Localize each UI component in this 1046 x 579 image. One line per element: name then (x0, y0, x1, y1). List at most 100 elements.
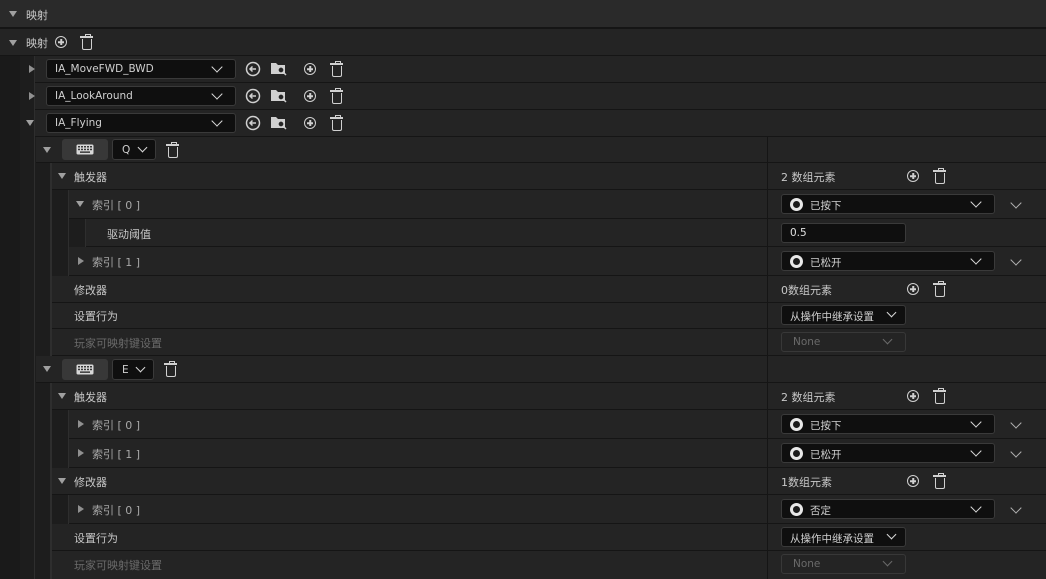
delete-all-icon[interactable] (80, 34, 93, 50)
player-mappable-select: None (781, 332, 906, 352)
trigger-index-row: 索引 [ 1 ] 已松开 (69, 247, 1046, 276)
add-trigger-icon[interactable] (907, 170, 919, 182)
add-trigger-icon[interactable] (907, 390, 919, 402)
key-select[interactable]: Q (112, 139, 156, 160)
add-key-icon[interactable] (304, 90, 316, 102)
action-row: IA_LookAround (29, 83, 1046, 110)
add-modifier-icon[interactable] (907, 283, 919, 295)
delete-key-icon[interactable] (166, 142, 179, 158)
trigger-type-select[interactable]: 已松开 (781, 443, 995, 463)
collapse-arrow-icon[interactable] (58, 478, 66, 484)
expand-arrow-icon[interactable] (78, 420, 84, 428)
modifiers-label: 修改器 (74, 476, 107, 489)
index-label: 索引 [ 0 ] (92, 504, 141, 517)
delete-triggers-icon[interactable] (933, 168, 946, 184)
mappings-label: 映射 (26, 37, 48, 50)
indent-gutter (20, 56, 35, 579)
action-row: IA_Flying (26, 110, 1046, 137)
add-key-icon[interactable] (304, 117, 316, 129)
expand-arrow-icon[interactable] (78, 257, 84, 265)
property-row: 驱动阈值 0.5 (86, 219, 1046, 247)
delete-modifiers-icon[interactable] (933, 473, 946, 489)
trigger-index-row: 索引 [ 1 ] 已松开 (69, 439, 1046, 468)
modifier-type-select[interactable]: 否定 (781, 499, 995, 519)
delete-action-icon[interactable] (330, 61, 343, 77)
modifiers-row: 修改器 1数组元素 (52, 468, 1046, 495)
add-key-icon[interactable] (304, 63, 316, 75)
action-select[interactable]: IA_LookAround (46, 86, 236, 106)
delete-triggers-icon[interactable] (933, 388, 946, 404)
expand-chevron-icon[interactable] (1010, 197, 1022, 209)
array-count: 0数组元素 (781, 284, 832, 297)
player-mappable-label: 玩家可映射键设置 (74, 337, 162, 350)
setting-behavior-select[interactable]: 从操作中继承设置 (781, 527, 906, 547)
keyboard-key-button[interactable] (62, 139, 108, 160)
collapse-arrow-icon[interactable] (58, 393, 66, 399)
browse-asset-icon[interactable] (270, 87, 288, 104)
action-row: IA_MoveFWD_BWD (29, 56, 1046, 83)
action-select[interactable]: IA_MoveFWD_BWD (46, 59, 236, 79)
setting-behavior-label: 设置行为 (74, 532, 118, 545)
player-mappable-row: 玩家可映射键设置 None (52, 329, 1046, 356)
collapse-arrow-icon[interactable] (43, 366, 51, 372)
add-modifier-icon[interactable] (907, 475, 919, 487)
delete-action-icon[interactable] (330, 115, 343, 131)
use-selected-icon[interactable] (245, 115, 261, 131)
expand-chevron-icon[interactable] (1010, 254, 1022, 266)
indent-gutter (0, 56, 21, 579)
expand-arrow-icon[interactable] (78, 505, 84, 513)
indent-gutter (69, 219, 86, 247)
array-count: 2 数组元素 (781, 171, 836, 184)
modifiers-row: 修改器 0数组元素 (52, 276, 1046, 303)
expand-chevron-icon[interactable] (1010, 446, 1022, 458)
expand-arrow-icon[interactable] (78, 449, 84, 457)
action-select[interactable]: IA_Flying (46, 113, 236, 133)
expand-arrow-icon[interactable] (29, 92, 35, 100)
setting-behavior-row: 设置行为 从操作中继承设置 (52, 524, 1046, 551)
trigger-index-row: 索引 [ 0 ] 已按下 (69, 410, 1046, 439)
key-mapping-row: E (36, 356, 1046, 383)
delete-key-icon[interactable] (164, 361, 177, 377)
add-mapping-icon[interactable] (55, 36, 67, 48)
collapse-arrow-icon[interactable] (9, 11, 17, 17)
trigger-type-select[interactable]: 已按下 (781, 414, 995, 434)
collapse-arrow-icon[interactable] (9, 40, 17, 46)
keyboard-key-button[interactable] (62, 359, 108, 380)
trigger-type-select[interactable]: 已松开 (781, 251, 995, 271)
triggers-label: 触发器 (74, 391, 107, 404)
threshold-input[interactable]: 0.5 (781, 223, 906, 243)
key-mapping-row: Q (36, 137, 1046, 163)
expand-chevron-icon[interactable] (1010, 502, 1022, 514)
indent-gutter (52, 190, 69, 276)
browse-asset-icon[interactable] (270, 114, 288, 131)
setting-behavior-row: 设置行为 从操作中继承设置 (52, 303, 1046, 329)
collapse-arrow-icon[interactable] (76, 201, 84, 207)
mappings-header: 映射 (0, 29, 1046, 56)
section-header[interactable]: 映射 (0, 0, 1046, 28)
key-select[interactable]: E (112, 359, 154, 380)
unreal-logo-icon (790, 255, 803, 268)
collapse-arrow-icon[interactable] (58, 173, 66, 179)
use-selected-icon[interactable] (245, 61, 261, 77)
index-label: 索引 [ 0 ] (92, 419, 141, 432)
browse-asset-icon[interactable] (270, 60, 288, 77)
trigger-type-select[interactable]: 已按下 (781, 194, 995, 214)
keyboard-icon (76, 144, 94, 155)
collapse-arrow-icon[interactable] (43, 147, 51, 153)
expand-arrow-icon[interactable] (29, 65, 35, 73)
delete-modifiers-icon[interactable] (933, 281, 946, 297)
triggers-row: 触发器 2 数组元素 (52, 383, 1046, 410)
section-title: 映射 (26, 9, 48, 22)
unreal-logo-icon (790, 447, 803, 460)
collapse-arrow-icon[interactable] (26, 120, 34, 126)
actuation-threshold-label: 驱动阈值 (107, 228, 151, 241)
modifier-index-row: 索引 [ 0 ] 否定 (69, 495, 1046, 524)
use-selected-icon[interactable] (245, 88, 261, 104)
indent-gutter (52, 495, 69, 524)
keyboard-icon (76, 364, 94, 375)
setting-behavior-select[interactable]: 从操作中继承设置 (781, 305, 906, 325)
delete-action-icon[interactable] (330, 88, 343, 104)
expand-chevron-icon[interactable] (1010, 417, 1022, 429)
unreal-logo-icon (790, 418, 803, 431)
modifiers-label: 修改器 (74, 284, 107, 297)
